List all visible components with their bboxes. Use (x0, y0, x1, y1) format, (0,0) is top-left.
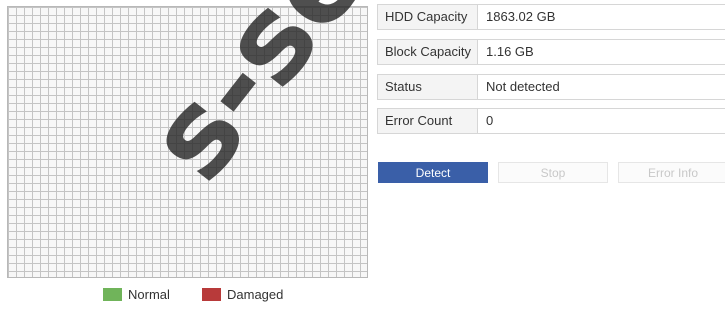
hdd-capacity-label: HDD Capacity (377, 4, 478, 30)
legend-normal: Normal (103, 286, 170, 302)
status-row: Status Not detected (377, 74, 725, 100)
legend-normal-label: Normal (128, 286, 170, 302)
block-capacity-label: Block Capacity (377, 39, 478, 65)
hdd-capacity-row: HDD Capacity 1863.02 GB (377, 4, 725, 30)
block-capacity-row: Block Capacity 1.16 GB (377, 39, 725, 65)
damaged-swatch-icon (202, 287, 221, 301)
block-map-grid (7, 6, 368, 278)
hdd-capacity-value: 1863.02 GB (478, 4, 725, 30)
normal-swatch-icon (103, 287, 122, 301)
detect-button[interactable]: Detect (378, 162, 488, 183)
error-count-row: Error Count 0 (377, 108, 725, 134)
status-label: Status (377, 74, 478, 100)
legend-damaged: Damaged (202, 286, 284, 302)
error-count-label: Error Count (377, 108, 478, 134)
error-count-value: 0 (478, 108, 725, 134)
legend-damaged-label: Damaged (227, 286, 284, 302)
error-info-button[interactable]: Error Info (618, 162, 725, 183)
status-value: Not detected (478, 74, 725, 100)
block-capacity-value: 1.16 GB (478, 39, 725, 65)
stop-button[interactable]: Stop (498, 162, 608, 183)
